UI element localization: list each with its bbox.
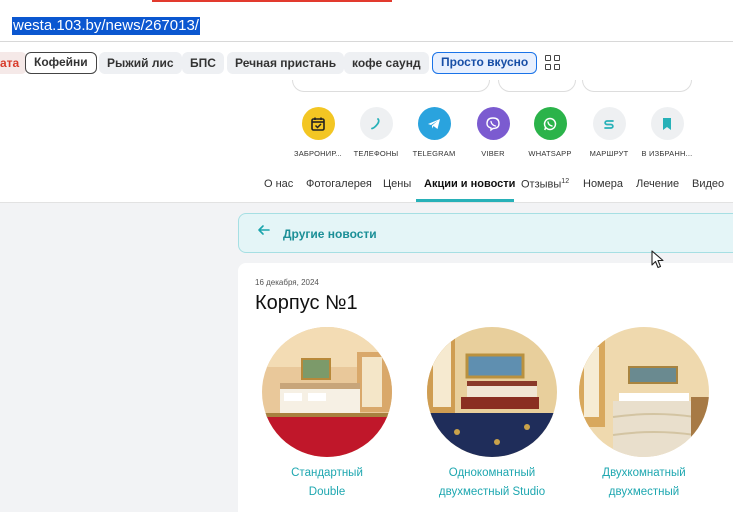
bookmark-chip-rechnaya-pristan[interactable]: Речная пристань	[227, 52, 345, 74]
room-title[interactable]: Однокомнатный двухместный Studio	[417, 464, 567, 502]
tab-rooms[interactable]: Номера	[583, 178, 623, 190]
other-news-label: Другие новости	[283, 227, 377, 241]
url-text[interactable]: westa.103.by/news/267013/	[12, 17, 200, 35]
mouse-cursor-icon	[651, 250, 664, 269]
room-photo[interactable]	[579, 327, 709, 457]
room-title[interactable]: Стандартный Double	[252, 464, 402, 502]
cutoff-pill	[498, 80, 576, 92]
viber-icon	[476, 107, 510, 140]
room-card[interactable]: Однокомнатный двухместный Studio	[417, 327, 567, 502]
tab-reviews-label: Отзывы	[521, 178, 562, 191]
whatsapp-icon	[533, 107, 567, 140]
room-card[interactable]: Стандартный Double	[252, 327, 402, 502]
room-title-line: двухместный	[608, 486, 680, 498]
news-date: 16 декабря, 2024	[255, 278, 319, 287]
tab-prices[interactable]: Цены	[383, 178, 411, 190]
section-tabs: О нас Фотогалерея Цены Акции и новости О…	[0, 178, 733, 202]
bookmark-chip-kofeini[interactable]: Кофейни	[25, 52, 97, 74]
room-photo[interactable]	[427, 327, 557, 457]
bookmark-chip-kofe-saund[interactable]: кофе саунд	[344, 52, 429, 74]
room-title-line: двухместный Studio	[438, 486, 546, 498]
other-news-button[interactable]: Другие новости	[238, 213, 733, 253]
apps-grid-icon[interactable]	[545, 55, 561, 71]
bookmark-chip-partial[interactable]: ата	[0, 52, 28, 74]
phone-icon	[359, 107, 393, 140]
tab-treatment[interactable]: Лечение	[636, 178, 679, 190]
address-bar[interactable]: westa.103.by/news/267013/	[0, 2, 733, 42]
room-title-line: Стандартный	[291, 467, 363, 479]
route-icon	[592, 107, 626, 140]
room-title-line: Double	[308, 486, 346, 498]
cutoff-pill	[292, 80, 490, 92]
news-card: 16 декабря, 2024 Корпус №1 Стандартный D…	[238, 263, 733, 512]
arrow-left-icon	[257, 223, 271, 242]
action-label: В ИЗБРАНН...	[641, 149, 693, 158]
room-photo[interactable]	[262, 327, 392, 457]
bookmarks-bar: ата Кофейни Рыжий лис БПС Речная пристан…	[0, 50, 733, 76]
tab-video[interactable]: Видео	[692, 178, 724, 190]
bookmark-chip-bps[interactable]: БПС	[182, 52, 224, 74]
bookmark-chip-prosto-vkusno[interactable]: Просто вкусно	[432, 52, 538, 74]
room-card[interactable]: Двухкомнатный двухместный	[569, 327, 719, 502]
calendar-check-icon	[301, 107, 335, 140]
news-title: Корпус №1	[255, 292, 358, 314]
room-title-line: Двухкомнатный	[602, 467, 686, 479]
cutoff-pill	[582, 80, 692, 92]
tab-about[interactable]: О нас	[264, 178, 293, 190]
bookmark-icon	[650, 107, 684, 140]
bookmark-chip-ryzhiy-lis[interactable]: Рыжий лис	[99, 52, 182, 74]
room-title[interactable]: Двухкомнатный двухместный	[569, 464, 719, 502]
reviews-count-badge: 12	[561, 178, 570, 185]
tab-reviews[interactable]: Отзывы12	[521, 178, 569, 191]
telegram-icon	[417, 107, 451, 140]
action-favorites[interactable]: В ИЗБРАНН...	[632, 107, 702, 158]
tab-news[interactable]: Акции и новости	[424, 178, 515, 190]
room-title-line: Однокомнатный	[448, 467, 536, 479]
tab-gallery[interactable]: Фотогалерея	[306, 178, 372, 190]
